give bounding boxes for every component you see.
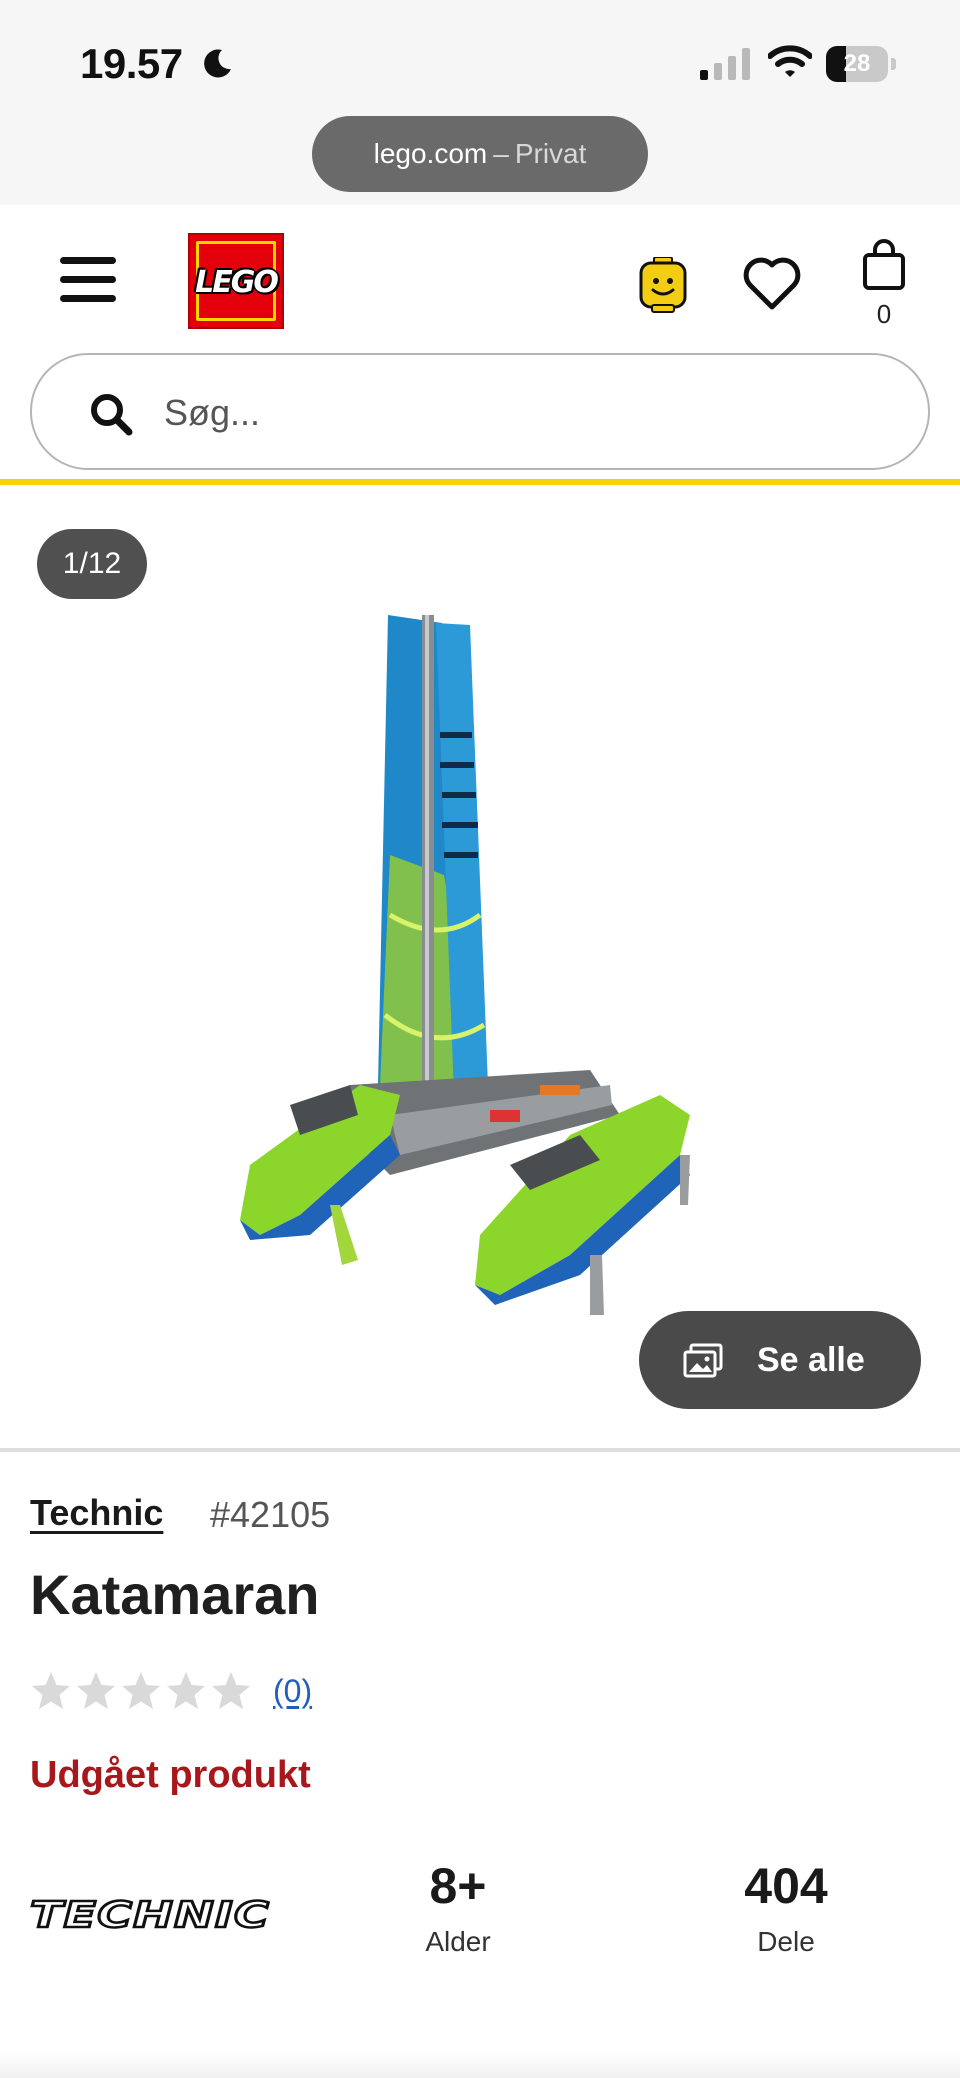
product-gallery[interactable]: 1/12 Se alle: [0, 485, 960, 1448]
page: 19.57 28 lego.com – Privat LEGO 0 Søg...…: [0, 0, 960, 2078]
see-all-button[interactable]: Se alle: [639, 1311, 921, 1409]
rating[interactable]: (0): [30, 1668, 312, 1714]
cart-count: 0: [876, 299, 892, 329]
status-time: 19.57: [80, 40, 183, 87]
spec-pieces: 404 Dele: [666, 1856, 906, 1958]
battery-level: 28: [843, 50, 871, 77]
shopping-bag-icon[interactable]: [862, 239, 906, 291]
see-all-label: Se alle: [757, 1341, 865, 1379]
star-icon: [212, 1672, 250, 1709]
search-bar[interactable]: [30, 353, 930, 470]
browsing-mode: Privat: [514, 138, 587, 169]
status-bar: 19.57 28 lego.com – Privat: [0, 0, 960, 205]
url-domain: lego.com: [373, 138, 488, 169]
star-icon: [122, 1672, 160, 1709]
menu-icon[interactable]: [60, 257, 116, 303]
url-separator: –: [493, 138, 509, 169]
signal-icon: [700, 48, 750, 80]
star-icon: [167, 1672, 205, 1709]
theme-link[interactable]: Technic: [30, 1492, 163, 1534]
product-image[interactable]: [240, 615, 720, 1315]
minifig-icon[interactable]: [638, 257, 688, 313]
moon-icon: [204, 49, 231, 78]
pieces-value: 404: [744, 1858, 828, 1914]
search-icon: [91, 394, 133, 436]
age-label: Alder: [425, 1926, 491, 1957]
spec-age: 8+ Alder: [338, 1856, 578, 1958]
product-title: Katamaran: [30, 1563, 320, 1626]
wishlist-heart-icon[interactable]: [742, 255, 802, 311]
battery-icon: 28: [826, 46, 896, 82]
star-icon: [32, 1672, 70, 1709]
star-icon: [77, 1672, 115, 1709]
lego-logo-text: LEGO: [195, 265, 279, 300]
lego-logo[interactable]: LEGO: [188, 233, 284, 329]
technic-logo: TECHNIC: [30, 1895, 270, 1935]
wifi-icon: [768, 45, 812, 77]
gallery-divider: [0, 1448, 960, 1452]
review-count-link[interactable]: (0): [273, 1673, 312, 1710]
age-value: 8+: [429, 1858, 487, 1914]
technic-logo-text: TECHNIC: [30, 1895, 270, 1935]
url-bar[interactable]: lego.com – Privat: [312, 116, 648, 192]
site-header: LEGO 0: [0, 205, 960, 345]
bottom-edge: [0, 2050, 960, 2078]
pieces-label: Dele: [757, 1926, 815, 1957]
image-counter-badge: 1/12: [37, 529, 147, 599]
images-icon: [683, 1343, 723, 1378]
item-number: #42105: [210, 1494, 331, 1535]
search-input[interactable]: [164, 375, 864, 451]
availability-status: Udgået produkt: [30, 1754, 311, 1796]
